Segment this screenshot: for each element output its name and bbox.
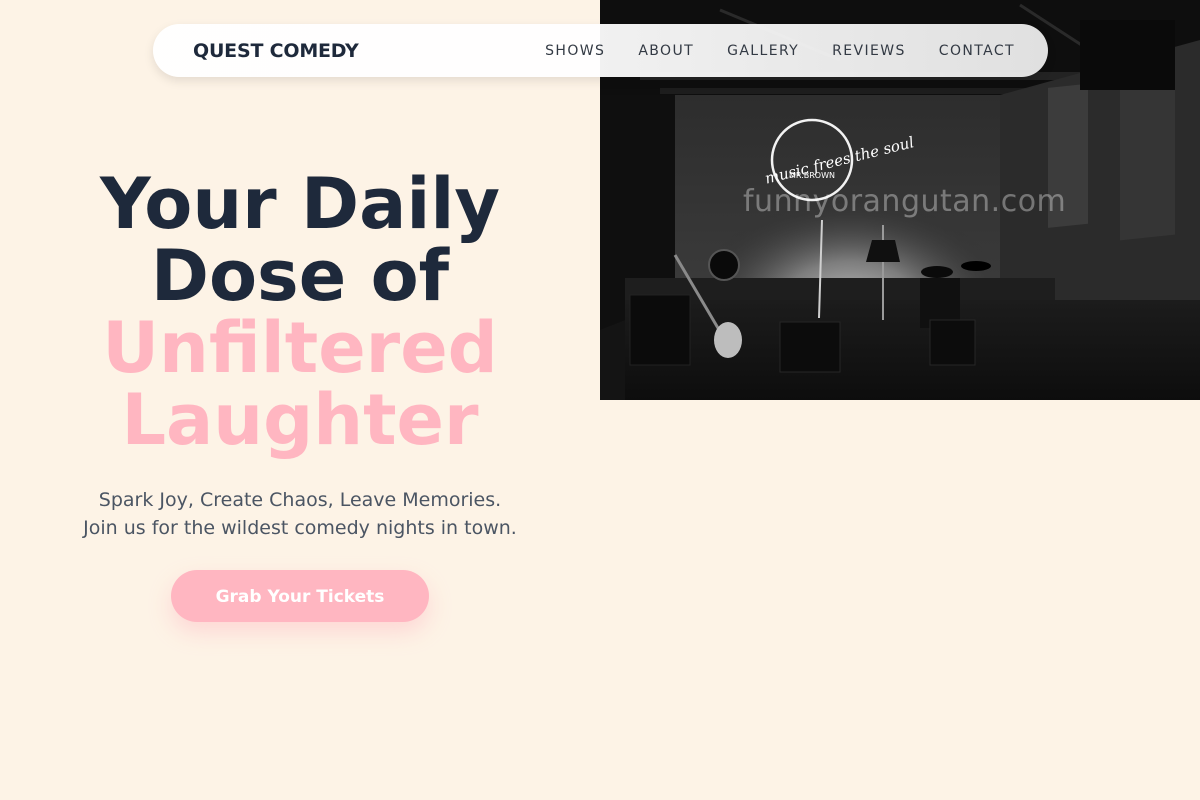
watermark-text: funnyorangutan.com — [743, 184, 1067, 219]
headline-line-1: Your Daily — [99, 163, 501, 245]
neon-sign-subtext: MR.BROWN — [789, 171, 835, 180]
nav-link-shows[interactable]: SHOWS — [545, 43, 605, 59]
brand-logo[interactable]: QUEST COMEDY — [193, 40, 359, 62]
headline-line-2: Dose of — [150, 235, 450, 317]
top-navbar: QUEST COMEDY SHOWS ABOUT GALLERY REVIEWS… — [153, 24, 1048, 77]
hero-subtitle: Spark Joy, Create Chaos, Leave Memories.… — [83, 489, 517, 539]
nav-link-reviews[interactable]: REVIEWS — [832, 43, 906, 59]
headline-accent-2: Laughter — [121, 379, 479, 461]
nav-link-gallery[interactable]: GALLERY — [727, 43, 799, 59]
hero-section: Your Daily Dose of Unfiltered Laughter S… — [60, 168, 540, 622]
grab-tickets-button[interactable]: Grab Your Tickets — [171, 570, 429, 622]
nav-links: SHOWS ABOUT GALLERY REVIEWS CONTACT — [545, 43, 1015, 59]
nav-link-about[interactable]: ABOUT — [638, 43, 694, 59]
landing-page: music frees the soul MR.BROWN funnyorang… — [0, 0, 1200, 800]
hero-headline: Your Daily Dose of Unfiltered Laughter — [60, 168, 540, 456]
nav-link-contact[interactable]: CONTACT — [939, 43, 1015, 59]
headline-accent-1: Unfiltered — [102, 307, 498, 389]
